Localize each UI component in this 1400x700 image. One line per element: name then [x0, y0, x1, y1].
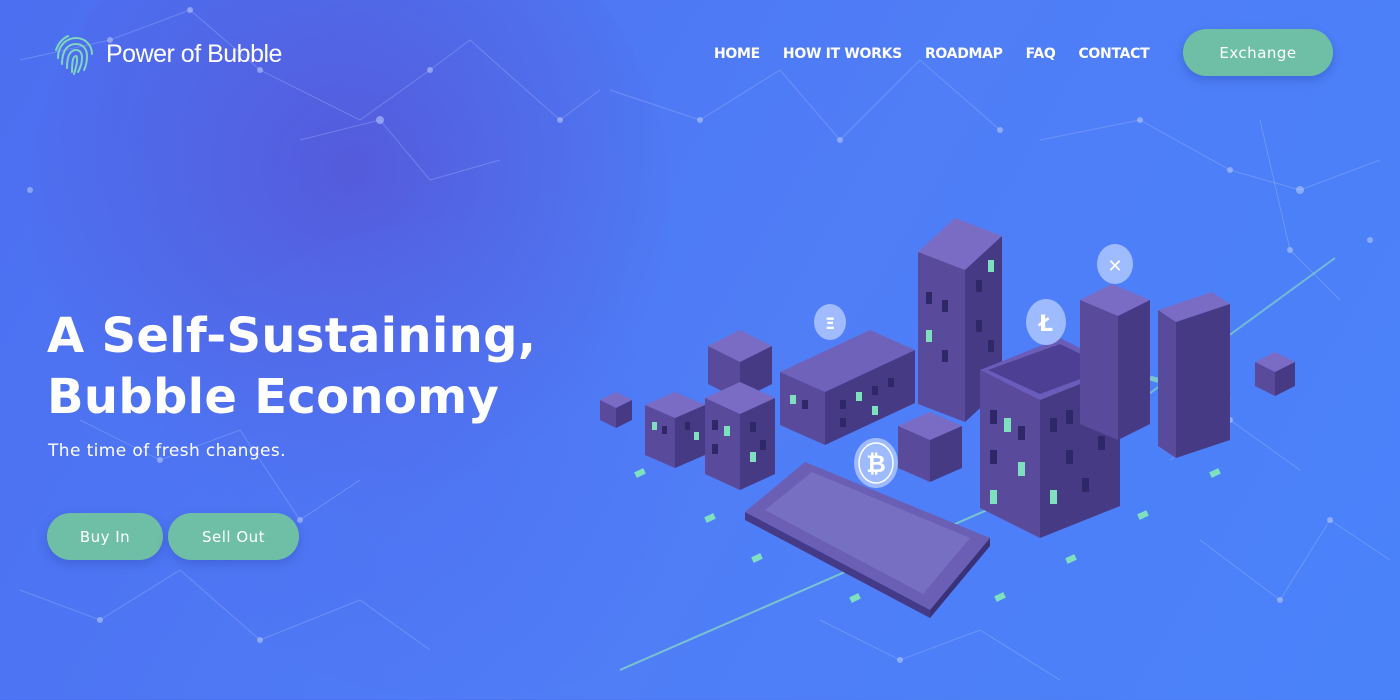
- ethereum-coin: Ξ: [814, 304, 846, 340]
- nav-how-it-works[interactable]: HOW IT WORKS: [783, 46, 902, 62]
- main-nav: HOME HOW IT WORKS ROADMAP FAQ CONTACT: [714, 46, 1150, 62]
- cube-small-left: [600, 392, 632, 428]
- building-medium-right: [1080, 284, 1150, 440]
- cube-small-right: [1255, 352, 1295, 396]
- fingerprint-icon: [55, 35, 93, 75]
- litecoin-coin: Ł: [1026, 299, 1066, 345]
- building-wide: [780, 330, 915, 445]
- nav-roadmap[interactable]: ROADMAP: [925, 46, 1003, 62]
- building-server-tower: [1158, 292, 1230, 458]
- bitcoin-coin: ₿: [854, 438, 898, 488]
- building-small-mid: [898, 412, 962, 482]
- hero-title-line-2: Bubble Economy: [47, 369, 500, 425]
- nav-faq[interactable]: FAQ: [1026, 46, 1056, 62]
- buy-in-button[interactable]: Buy In: [47, 513, 163, 560]
- nav-contact[interactable]: CONTACT: [1078, 46, 1149, 62]
- hero-subtitle: The time of fresh changes.: [48, 441, 286, 461]
- hero-title-line-1: A Self-Sustaining,: [47, 308, 537, 364]
- brand-name: Power of Bubble: [106, 39, 282, 68]
- nav-home[interactable]: HOME: [714, 46, 760, 62]
- svg-text:✕: ✕: [1107, 256, 1122, 277]
- ripple-coin: ✕: [1097, 244, 1133, 284]
- sell-out-button[interactable]: Sell Out: [168, 513, 299, 560]
- svg-text:Ξ: Ξ: [825, 314, 835, 333]
- hero-title: A Self-Sustaining, Bubble Economy: [47, 306, 536, 428]
- exchange-button[interactable]: Exchange: [1183, 29, 1333, 76]
- svg-text:₿: ₿: [866, 450, 886, 478]
- svg-text:Ł: Ł: [1038, 312, 1053, 337]
- crypto-city-illustration: ₿ Ł ✕ Ξ: [600, 218, 1336, 671]
- brand-logo[interactable]: Power of Bubble: [50, 30, 282, 78]
- building-short-left: [645, 392, 705, 468]
- building-short-center: [705, 382, 775, 490]
